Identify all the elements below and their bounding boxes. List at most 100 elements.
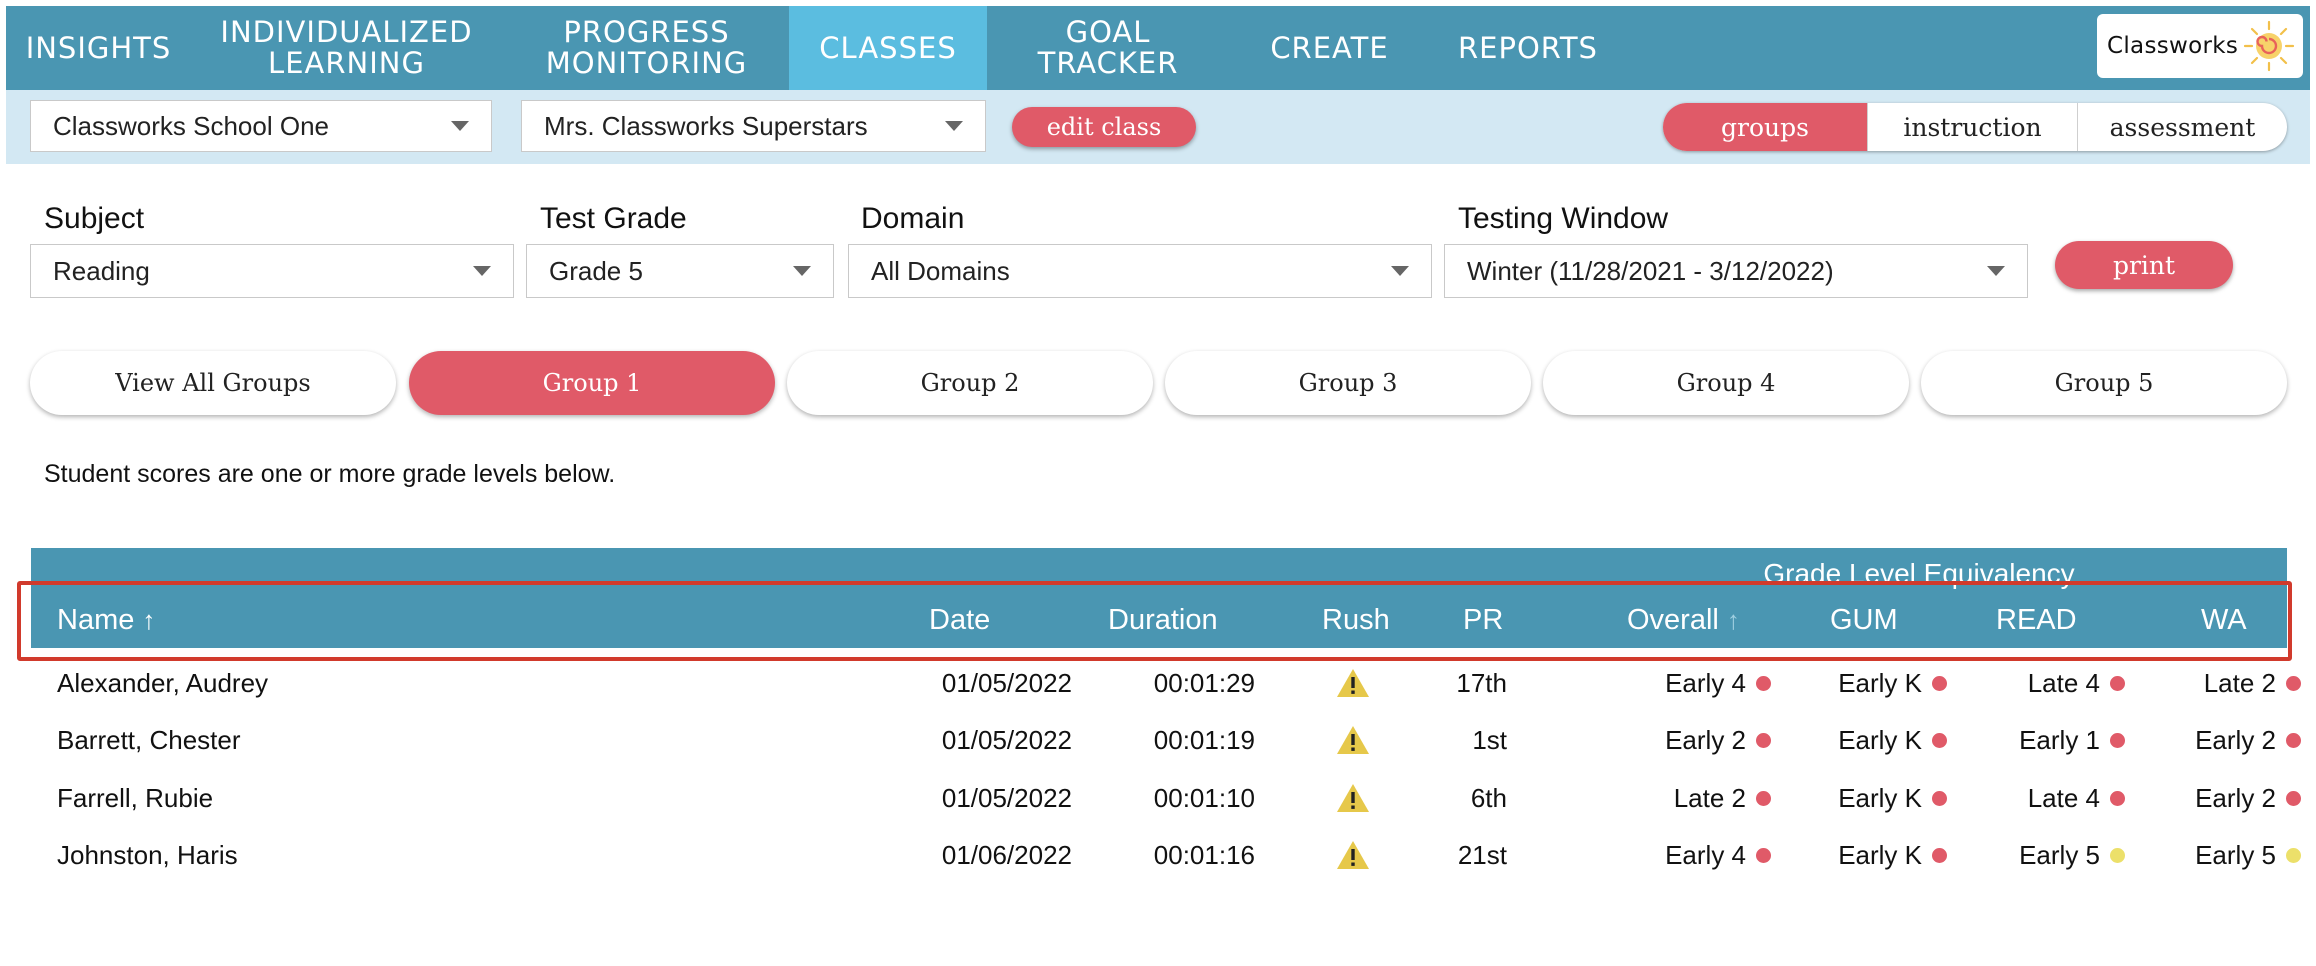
sort-ascending-icon: ↑ [142,604,156,635]
student-name[interactable]: Farrell, Rubie [57,770,213,826]
status-dot-icon [2286,847,2301,863]
chevron-down-icon [473,266,491,276]
read-column-header[interactable]: READ [1996,592,2077,648]
test-duration: 00:01:16 [1153,839,1255,870]
sun-swirl-icon [2243,20,2295,72]
class-select[interactable]: Mrs. Classworks Superstars [521,100,986,152]
domain-label: Domain [861,202,965,235]
gum-value: Early K [1838,839,1922,870]
test-date: 01/05/2022 [941,724,1072,755]
overall-score: Early 2 [1571,712,1771,768]
warning-icon [1337,784,1369,812]
group-1-button[interactable]: Group 1 [409,351,775,415]
test-grade-label: Test Grade [540,202,687,235]
overall-value: Late 2 [1673,782,1746,813]
subject-select[interactable]: Reading [30,244,514,298]
table-super-header: Grade Level Equivalency [31,548,2287,592]
grade-level-equivalency-label: Grade Level Equivalency [1763,558,2075,589]
classworks-logo[interactable]: Classworks [2097,14,2303,78]
overall-score: Early 4 [1571,827,1771,883]
wa-score: Early 2 [2101,770,2301,826]
pr-column-header[interactable]: PR [1463,592,1503,648]
sort-arrow-icon: ↑ [1726,604,1740,635]
nav-create[interactable]: CREATE [1251,6,1408,90]
overall-score: Late 2 [1571,770,1771,826]
status-dot-icon [2286,790,2301,806]
wa-value: Early 2 [2195,724,2276,755]
nav-insights[interactable]: INSIGHTS [6,6,191,90]
table-row[interactable]: Alexander, Audrey 01/05/2022 00:01:29 17th E… [31,655,2301,711]
rush-indicator [1322,827,1384,883]
chevron-down-icon [1987,266,2005,276]
student-name[interactable]: Barrett, Chester [57,712,241,768]
group-5-button[interactable]: Group 5 [1921,351,2287,415]
group-3-button[interactable]: Group 3 [1165,351,1531,415]
group-4-button[interactable]: Group 4 [1543,351,1909,415]
domain-select[interactable]: All Domains [848,244,1432,298]
testing-window-select-value: Winter (11/28/2021 - 3/12/2022) [1467,255,1834,286]
view-all-groups-button[interactable]: View All Groups [30,351,396,415]
percentile-rank: 17th [1456,667,1507,698]
nav-classes[interactable]: CLASSES [789,6,987,90]
student-name[interactable]: Johnston, Haris [57,827,238,883]
testing-window-select[interactable]: Winter (11/28/2021 - 3/12/2022) [1444,244,2028,298]
test-grade-select[interactable]: Grade 5 [526,244,834,298]
duration-column-header[interactable]: Duration [1108,592,1218,648]
name-column-header[interactable]: Name ↑ [57,592,155,648]
gum-value: Early K [1838,782,1922,813]
instruction-view-button[interactable]: instruction [1867,103,2077,151]
status-dot-icon [2286,675,2301,691]
top-nav: INSIGHTS INDIVIDUALIZED LEARNING PROGRES… [6,6,2310,90]
table-row[interactable]: Farrell, Rubie 01/05/2022 00:01:10 6th Late … [31,770,2301,826]
date-column-header[interactable]: Date [929,592,990,648]
nav-goal-tracker[interactable]: GOAL TRACKER [994,6,1222,90]
student-name[interactable]: Alexander, Audrey [57,655,268,711]
chevron-down-icon [793,266,811,276]
groups-view-button[interactable]: groups [1663,103,1867,151]
overall-value: Early 4 [1665,839,1746,870]
assessment-view-button[interactable]: assessment [2077,103,2287,151]
warning-icon [1337,669,1369,697]
nav-progress-monitoring[interactable]: PROGRESS MONITORING [509,6,784,90]
overall-score: Early 4 [1571,655,1771,711]
wa-score: Early 2 [2101,712,2301,768]
testing-window-label: Testing Window [1458,202,1669,235]
test-duration: 00:01:29 [1153,667,1255,698]
percentile-rank: 6th [1470,782,1507,813]
status-dot-icon [2286,732,2301,748]
wa-column-header[interactable]: WA [2201,592,2247,648]
read-value: Early 5 [2019,839,2100,870]
overall-column-header[interactable]: Overall ↑ [1627,592,1740,648]
overall-value: Early 4 [1665,667,1746,698]
test-duration: 00:01:19 [1153,724,1255,755]
domain-select-value: All Domains [871,255,1010,286]
wa-score: Late 2 [2101,655,2301,711]
gum-score: Early K [1761,712,1947,768]
print-button[interactable]: print [2055,241,2233,289]
rush-indicator [1322,770,1384,826]
wa-value: Late 2 [2203,667,2276,698]
rush-indicator [1322,712,1384,768]
table-row[interactable]: Barrett, Chester 01/05/2022 00:01:19 1st Ear… [31,712,2301,768]
test-date: 01/05/2022 [941,667,1072,698]
gum-score: Early K [1761,827,1947,883]
table-header: Name ↑ Date Duration Rush PR Overall ↑ G… [31,592,2287,648]
wa-value: Early 2 [2195,782,2276,813]
chevron-down-icon [451,121,469,131]
nav-reports[interactable]: REPORTS [1438,6,1618,90]
edit-class-button[interactable]: edit class [1012,107,1196,147]
school-select-value: Classworks School One [53,110,329,141]
read-score: Late 4 [1931,655,2125,711]
group-description: Student scores are one or more grade lev… [44,460,616,488]
nav-individualized-learning[interactable]: INDIVIDUALIZED LEARNING [209,6,484,90]
group-2-button[interactable]: Group 2 [787,351,1153,415]
percentile-rank: 1st [1472,724,1507,755]
school-select[interactable]: Classworks School One [30,100,492,152]
test-date: 01/06/2022 [941,839,1072,870]
gum-column-header[interactable]: GUM [1830,592,1898,648]
overall-value: Early 2 [1665,724,1746,755]
chevron-down-icon [1391,266,1409,276]
table-row[interactable]: Johnston, Haris 01/06/2022 00:01:16 21st Ear… [31,827,2301,883]
rush-column-header[interactable]: Rush [1322,592,1390,648]
read-score: Early 1 [1931,712,2125,768]
